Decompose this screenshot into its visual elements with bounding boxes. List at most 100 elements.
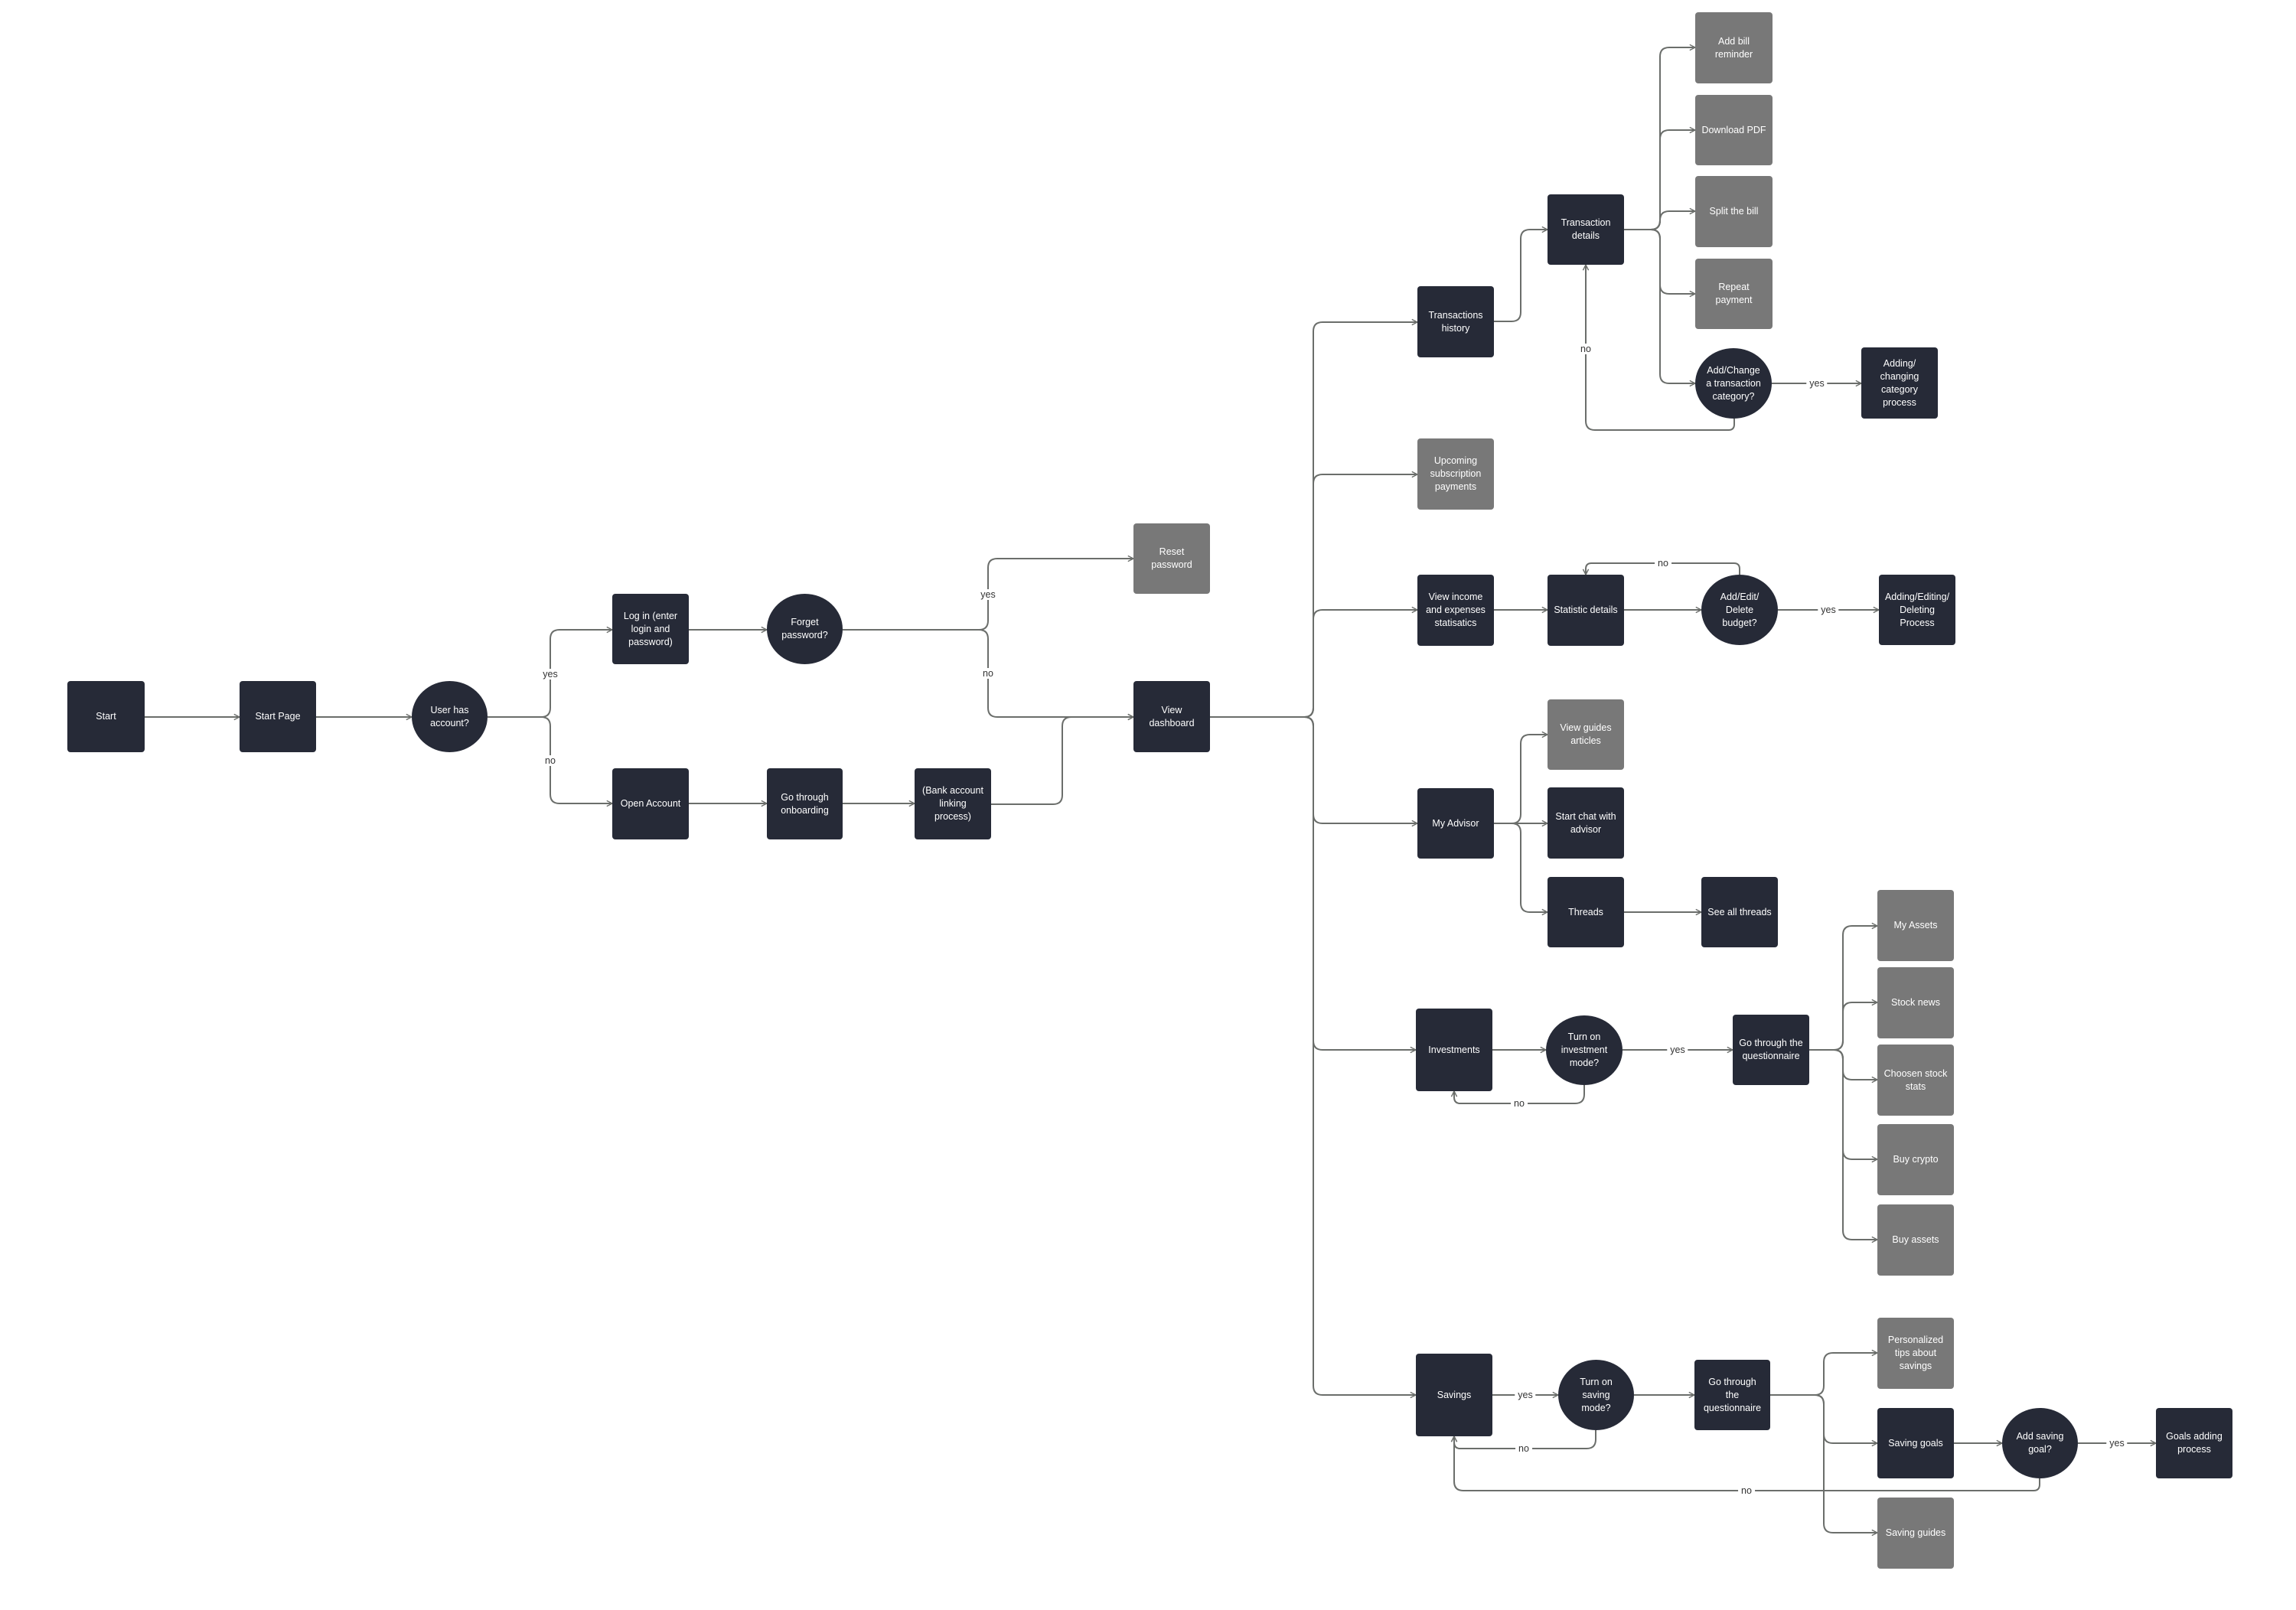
node-label: Add/Change a transaction category? <box>1706 364 1761 402</box>
connector-dashboard-to-savings <box>1210 716 1416 1395</box>
node-label: Saving goals <box>1888 1437 1943 1449</box>
edge-label-no: no <box>1655 558 1671 569</box>
node-label: Personalized tips about savings <box>1887 1335 1944 1371</box>
node-upcoming-subs[interactable]: Upcoming subscription payments <box>1417 438 1494 510</box>
flowchart-canvas: Start Start Page User has account? Log in (… <box>0 0 2296 1610</box>
node-label: View dashboard <box>1149 704 1195 728</box>
node-label: Adding/Editing/ Deleting Process <box>1884 591 1950 628</box>
edge-label-no: no <box>980 668 996 679</box>
node-label: Split the bill <box>1709 206 1759 217</box>
node-start[interactable]: Start <box>67 681 145 752</box>
node-invest-mode-q-decision[interactable]: Turn on investment mode? <box>1546 1015 1623 1085</box>
node-guides-articles[interactable]: View guides articles <box>1548 699 1624 770</box>
edge-label-no: no <box>1738 1485 1755 1496</box>
node-download-pdf[interactable]: Download PDF <box>1695 95 1773 165</box>
node-stock-news[interactable]: Stock news <box>1877 967 1954 1038</box>
node-label: Investments <box>1428 1044 1480 1055</box>
edge-label-yes: yes <box>540 669 561 680</box>
node-label: Open Account <box>620 798 681 809</box>
node-my-assets[interactable]: My Assets <box>1877 890 1954 961</box>
edge-label-yes: yes <box>1515 1390 1536 1400</box>
node-label: Adding/ changing category process <box>1880 357 1919 408</box>
node-label: My Advisor <box>1432 817 1479 829</box>
node-label: Add bill reminder <box>1714 35 1753 60</box>
node-tx-history[interactable]: Transactions history <box>1417 286 1494 357</box>
node-goals-process[interactable]: Goals adding process <box>2156 1408 2232 1478</box>
node-label: Stock news <box>1891 997 1940 1008</box>
node-label: Statistic details <box>1554 605 1618 615</box>
node-label: Add saving goal? <box>2016 1431 2064 1455</box>
node-stat-details[interactable]: Statistic details <box>1548 575 1624 646</box>
connector-saving-questionnaire-to-saving-guides <box>1770 1394 1877 1533</box>
node-change-category-decision[interactable]: Add/Change a transaction category? <box>1695 348 1772 419</box>
node-budget-process[interactable]: Adding/Editing/ Deleting Process <box>1879 575 1955 645</box>
node-label: View guides articles <box>1560 722 1612 746</box>
node-all-threads[interactable]: See all threads <box>1701 877 1778 947</box>
node-bank-link[interactable]: (Bank account linking process) <box>915 768 991 839</box>
node-category-process[interactable]: Adding/ changing category process <box>1861 347 1938 419</box>
node-advisor[interactable]: My Advisor <box>1417 788 1494 859</box>
node-label: Repeat payment <box>1715 282 1753 305</box>
node-investments[interactable]: Investments <box>1416 1009 1492 1091</box>
node-label: Turn on saving mode? <box>1580 1376 1613 1413</box>
node-saving-goals[interactable]: Saving goals <box>1877 1408 1954 1478</box>
node-onboarding[interactable]: Go through onboarding <box>767 768 843 839</box>
connector-saving-questionnaire-to-saving-tips <box>1770 1353 1877 1396</box>
connector-invest-questionnaire-to-buy-assets <box>1809 1049 1877 1240</box>
node-savings[interactable]: Savings <box>1416 1354 1492 1436</box>
node-label: Go through the questionnaire <box>1739 1038 1803 1061</box>
node-dashboard[interactable]: View dashboard <box>1133 681 1210 752</box>
edge-label-yes: yes <box>977 589 999 600</box>
node-forget-pw-decision[interactable]: Forget password? <box>767 594 843 664</box>
node-threads[interactable]: Threads <box>1548 877 1624 947</box>
node-saving-guides[interactable]: Saving guides <box>1877 1498 1954 1569</box>
edge-label-no: no <box>1511 1098 1528 1109</box>
node-has-account-decision[interactable]: User has account? <box>412 681 488 752</box>
connector-tx-history-to-tx-details <box>1494 230 1548 322</box>
node-budget-q-decision[interactable]: Add/Edit/ Delete budget? <box>1701 575 1778 645</box>
edge-label-no: no <box>542 755 559 766</box>
node-tx-details[interactable]: Transaction details <box>1548 194 1624 265</box>
node-label: Start Page <box>255 711 301 722</box>
node-label: My Assets <box>1893 920 1938 930</box>
node-saving-mode-q-decision[interactable]: Turn on saving mode? <box>1558 1360 1634 1430</box>
node-label: Transactions history <box>1428 309 1483 334</box>
connector-bank-link-to-dashboard <box>991 717 1133 805</box>
node-invest-questionnaire[interactable]: Go through the questionnaire <box>1733 1015 1809 1085</box>
node-label: User has account? <box>430 704 469 728</box>
node-start-page[interactable]: Start Page <box>240 681 316 752</box>
node-label: Start chat with advisor <box>1555 810 1616 835</box>
connector-tx-details-to-download-pdf <box>1624 130 1695 230</box>
connector-dashboard-to-income-stats <box>1210 610 1417 718</box>
node-chat-advisor[interactable]: Start chat with advisor <box>1548 787 1624 859</box>
node-buy-crypto[interactable]: Buy crypto <box>1877 1124 1954 1195</box>
node-login[interactable]: Log in (enter login and password) <box>612 594 689 664</box>
node-label: Go through onboarding <box>781 791 829 816</box>
node-buy-assets[interactable]: Buy assets <box>1877 1204 1954 1276</box>
node-income-stats[interactable]: View income and expenses statisatics <box>1417 575 1494 646</box>
node-add-goal-q-decision[interactable]: Add saving goal? <box>2002 1408 2078 1478</box>
node-label: Forget password? <box>781 617 828 640</box>
node-label: Download PDF <box>1701 124 1766 135</box>
node-saving-questionnaire[interactable]: Go through the questionnaire <box>1694 1360 1770 1430</box>
connector-invest-questionnaire-to-stock-news <box>1809 1002 1877 1051</box>
node-repeat-payment[interactable]: Repeat payment <box>1695 259 1773 329</box>
node-split-bill[interactable]: Split the bill <box>1695 176 1773 247</box>
node-label: Transaction details <box>1561 217 1611 241</box>
edge-label-no: no <box>1515 1443 1532 1454</box>
node-label: Log in (enter login and password) <box>623 610 678 647</box>
edge-label-yes: yes <box>1818 605 1839 615</box>
node-bill-reminder[interactable]: Add bill reminder <box>1695 12 1773 83</box>
node-label: See all threads <box>1707 906 1772 917</box>
node-label: Turn on investment mode? <box>1561 1032 1608 1068</box>
node-label: Go through the questionnaire <box>1703 1376 1762 1413</box>
node-open-account[interactable]: Open Account <box>612 768 689 839</box>
node-label: Buy crypto <box>1893 1154 1939 1165</box>
node-label: Add/Edit/ Delete budget? <box>1720 591 1760 628</box>
edge-label-no: no <box>1577 344 1594 354</box>
node-label: Buy assets <box>1892 1234 1939 1245</box>
node-saving-tips[interactable]: Personalized tips about savings <box>1877 1318 1954 1389</box>
node-stock-stats[interactable]: Choosen stock stats <box>1877 1045 1954 1116</box>
edge-label-yes: yes <box>1806 378 1828 389</box>
node-reset-pw[interactable]: Reset password <box>1133 523 1210 594</box>
